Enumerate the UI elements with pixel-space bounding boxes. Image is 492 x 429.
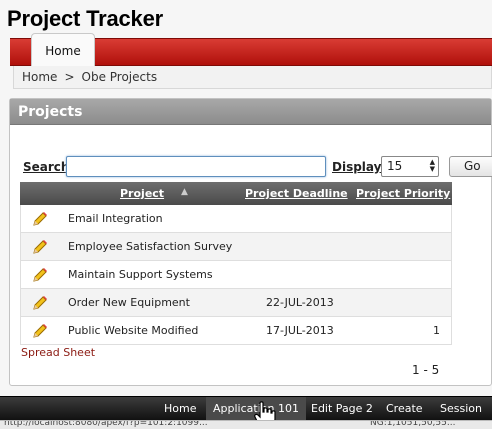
breadcrumb: Home > Obe Projects <box>13 66 492 89</box>
project-priority: 1 <box>433 324 440 337</box>
project-name: Order New Equipment <box>68 296 190 309</box>
breadcrumb-separator: > <box>64 70 75 84</box>
pagination-range: 1 - 5 <box>412 363 440 377</box>
tab-home[interactable]: Home <box>31 33 95 67</box>
column-header-deadline[interactable]: Project Deadline <box>245 182 348 205</box>
column-header-project[interactable]: Project <box>120 182 164 205</box>
breadcrumb-current: Obe Projects <box>81 70 158 84</box>
display-select-value: 15 <box>387 159 403 173</box>
pencil-edit-icon[interactable] <box>32 211 48 227</box>
table-row: Maintain Support Systems <box>20 261 452 289</box>
project-deadline: 22-JUL-2013 <box>266 296 334 309</box>
project-name: Maintain Support Systems <box>68 268 213 281</box>
display-select[interactable]: 15 ▲ ▼ <box>381 156 439 177</box>
browser-status-bar: http://localhost:8080/apex/f?p=101:2:109… <box>0 420 492 429</box>
devbar-home[interactable]: Home <box>164 397 196 421</box>
table-header: Project ▲ Project Deadline Project Prior… <box>20 182 452 205</box>
breadcrumb-home[interactable]: Home <box>22 70 57 84</box>
table-row: Order New Equipment 22-JUL-2013 <box>20 289 452 317</box>
spreadsheet-link[interactable]: Spread Sheet <box>21 346 95 359</box>
display-label: Display <box>332 160 382 174</box>
updown-arrows-icon: ▲ ▼ <box>429 158 435 173</box>
table-row: Email Integration <box>20 205 452 233</box>
app-title: Project Tracker <box>7 6 163 31</box>
project-deadline: 17-JUL-2013 <box>266 324 334 337</box>
pencil-edit-icon[interactable] <box>32 295 48 311</box>
project-name: Employee Satisfaction Survey <box>68 240 233 253</box>
pencil-edit-icon[interactable] <box>32 267 48 283</box>
go-button[interactable]: Go <box>449 156 492 177</box>
status-right: NG:1,1051,50,55... <box>370 420 456 428</box>
project-name: Email Integration <box>68 212 163 225</box>
region-title: Projects <box>10 99 491 125</box>
pencil-edit-icon[interactable] <box>32 239 48 255</box>
devbar-edit-page[interactable]: Edit Page 2 <box>311 397 373 421</box>
project-name: Public Website Modified <box>68 324 199 337</box>
table-row: Employee Satisfaction Survey <box>20 233 452 261</box>
devbar-session[interactable]: Session <box>440 397 482 421</box>
status-url: http://localhost:8080/apex/f?p=101:2:109… <box>4 420 208 428</box>
search-input[interactable] <box>66 156 326 177</box>
developer-toolbar: Home Application 101 Edit Page 2 Create … <box>0 396 492 421</box>
pencil-edit-icon[interactable] <box>32 323 48 339</box>
search-label: Search <box>23 160 70 174</box>
devbar-create[interactable]: Create <box>386 397 423 421</box>
table-row: Public Website Modified 17-JUL-2013 1 <box>20 317 452 345</box>
column-header-priority[interactable]: Project Priority <box>356 182 450 205</box>
sort-ascending-icon: ▲ <box>181 187 188 197</box>
